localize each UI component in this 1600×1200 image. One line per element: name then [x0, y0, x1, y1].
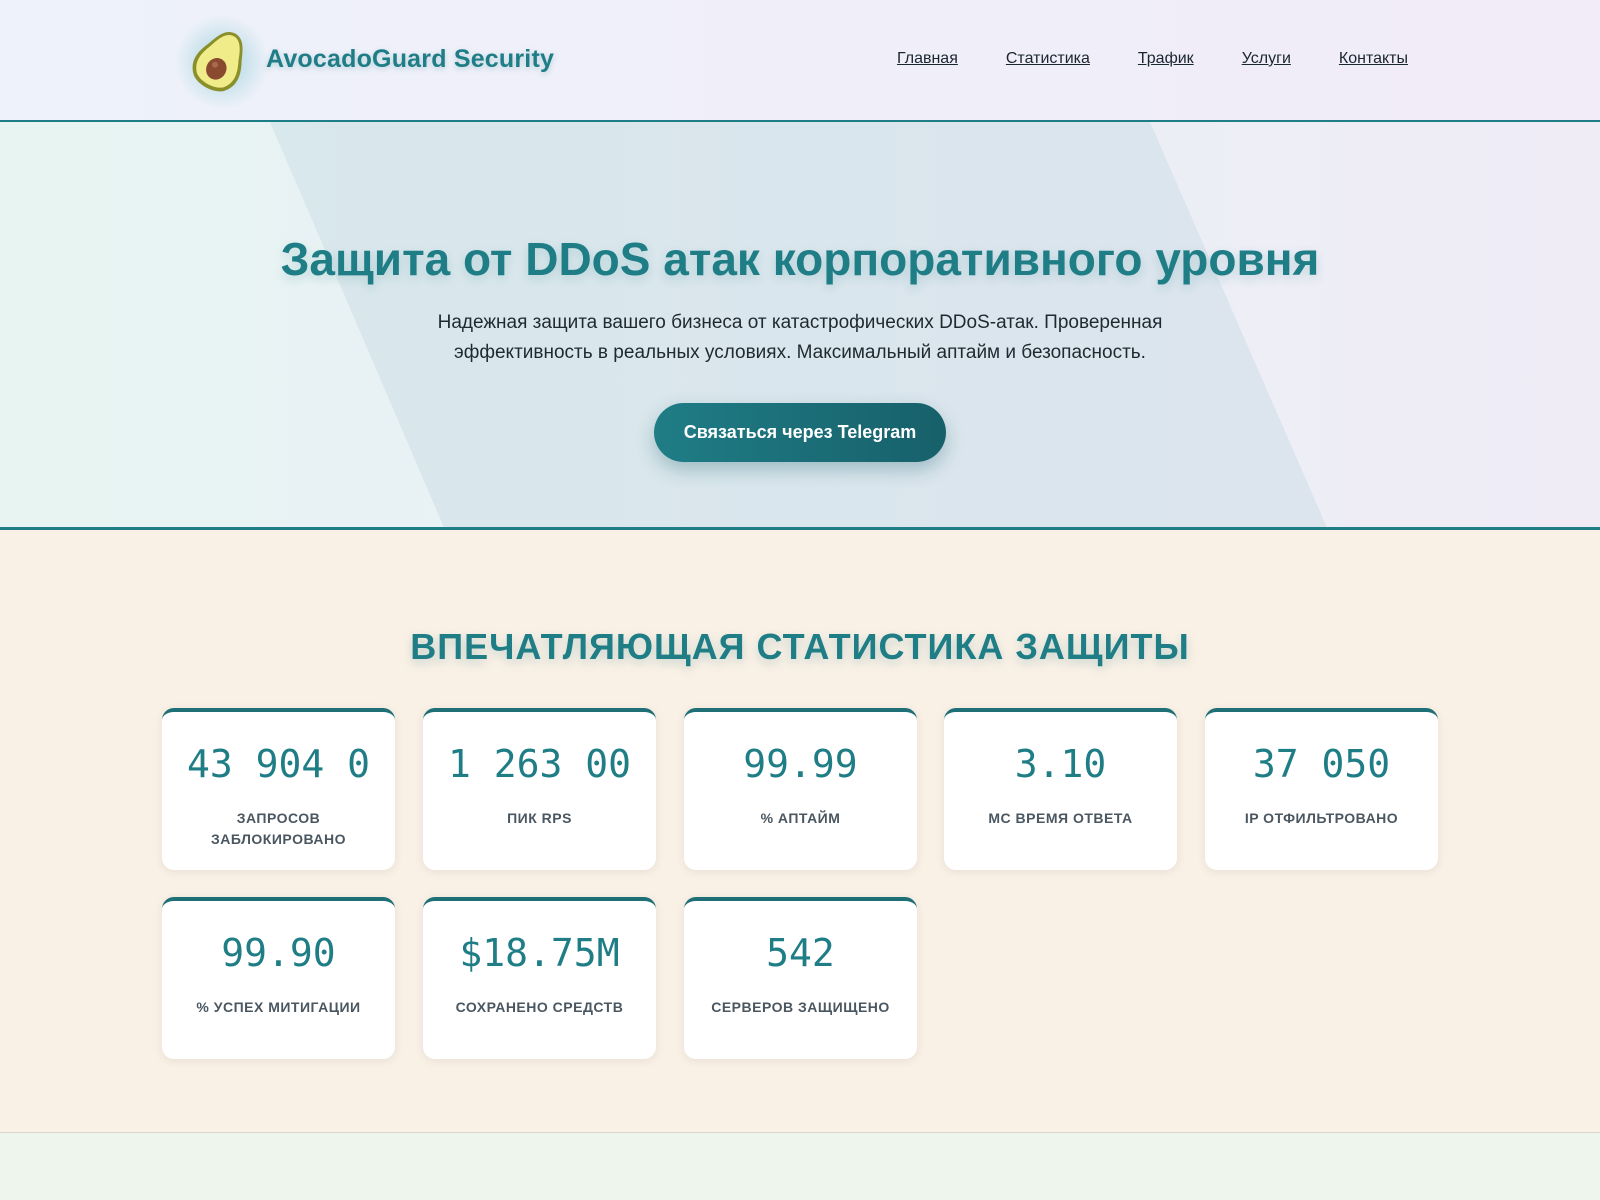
hero-title: Защита от DDoS атак корпоративного уровн… — [280, 233, 1320, 285]
telegram-contact-button[interactable]: Связаться через Telegram — [654, 403, 946, 462]
nav-link-services[interactable]: Услуги — [1242, 50, 1291, 68]
stat-label: % АПТАЙМ — [760, 810, 841, 826]
stat-label: СОХРАНЕНО СРЕДСТВ — [455, 999, 624, 1015]
main-nav: Главная Статистика Трафик Услуги Контакт… — [897, 50, 1408, 68]
brand-name: AvocadoGuard Security — [266, 44, 555, 73]
stat-label: ЗАПРОСОВ ЗАБЛОКИРОВАНО — [211, 810, 346, 847]
nav-link-contacts[interactable]: Контакты — [1339, 50, 1408, 68]
avocado-icon — [174, 14, 270, 110]
stat-label: % УСПЕХ МИТИГАЦИИ — [196, 999, 361, 1015]
stat-card: 1 263 00 ПИК RPS — [423, 708, 656, 870]
hero-section: Защита от DDoS атак корпоративного уровн… — [0, 122, 1600, 530]
stat-label: IP ОТФИЛЬТРОВАНО — [1244, 810, 1399, 826]
stat-card: 43 904 0 ЗАПРОСОВ ЗАБЛОКИРОВАНО — [162, 708, 395, 870]
stat-value: 37 050 — [1252, 742, 1391, 786]
site-header: AvocadoGuard Security Главная Статистика… — [0, 0, 1600, 122]
nav-link-stats[interactable]: Статистика — [1006, 50, 1090, 68]
nav-link-traffic[interactable]: Трафик — [1138, 50, 1194, 68]
stat-label: МС ВРЕМЯ ОТВЕТА — [988, 810, 1133, 826]
stat-label: ПИК RPS — [507, 810, 572, 826]
nav-link-home[interactable]: Главная — [897, 50, 958, 68]
stat-value: 43 904 0 — [187, 742, 371, 786]
next-section-band — [0, 1132, 1600, 1200]
stat-label: СЕРВЕРОВ ЗАЩИЩЕНО — [711, 999, 890, 1015]
stat-card: 542 СЕРВЕРОВ ЗАЩИЩЕНО — [684, 897, 917, 1059]
stat-value: 1 263 00 — [448, 742, 632, 786]
stat-card: 3.10 МС ВРЕМЯ ОТВЕТА — [944, 708, 1177, 870]
hero-subtitle: Надежная защита вашего бизнеса от катаст… — [437, 312, 1163, 363]
stat-card: $18.75M СОХРАНЕНО СРЕДСТВ — [423, 897, 656, 1059]
stat-card: 99.99 % АПТАЙМ — [684, 708, 917, 870]
stat-card: 99.90 % УСПЕХ МИТИГАЦИИ — [162, 897, 395, 1059]
brand-logo[interactable]: AvocadoGuard Security — [174, 14, 555, 110]
stats-title: ВПЕЧАТЛЯЮЩАЯ СТАТИСТИКА ЗАЩИТЫ — [410, 626, 1190, 667]
stat-value: 99.99 — [743, 742, 858, 786]
stat-value: $18.75M — [459, 931, 620, 975]
stat-value: 3.10 — [1014, 742, 1107, 786]
stat-value: 99.90 — [221, 931, 336, 975]
stat-value: 542 — [766, 931, 835, 975]
stat-card: 37 050 IP ОТФИЛЬТРОВАНО — [1205, 708, 1438, 870]
stats-section: ВПЕЧАТЛЯЮЩАЯ СТАТИСТИКА ЗАЩИТЫ 43 904 0 … — [0, 530, 1600, 1132]
